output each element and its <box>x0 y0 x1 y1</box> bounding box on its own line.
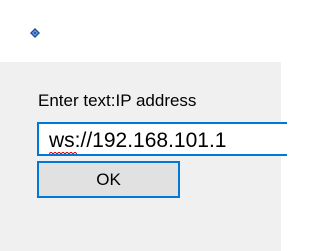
title-bar[interactable] <box>0 0 281 62</box>
spellcheck-underline <box>49 152 77 154</box>
ip-address-input[interactable]: ws://192.168.101.1 <box>37 122 287 156</box>
input-dialog-window: Enter text:IP address ws://192.168.101.1… <box>0 0 287 251</box>
dialog-content: Enter text:IP address ws://192.168.101.1… <box>0 62 287 251</box>
prompt-label: Enter text:IP address <box>38 91 197 110</box>
ip-address-input-value: ws://192.168.101.1 <box>49 129 227 152</box>
ok-button[interactable]: OK <box>37 161 180 198</box>
app-diamond-icon <box>30 28 40 38</box>
